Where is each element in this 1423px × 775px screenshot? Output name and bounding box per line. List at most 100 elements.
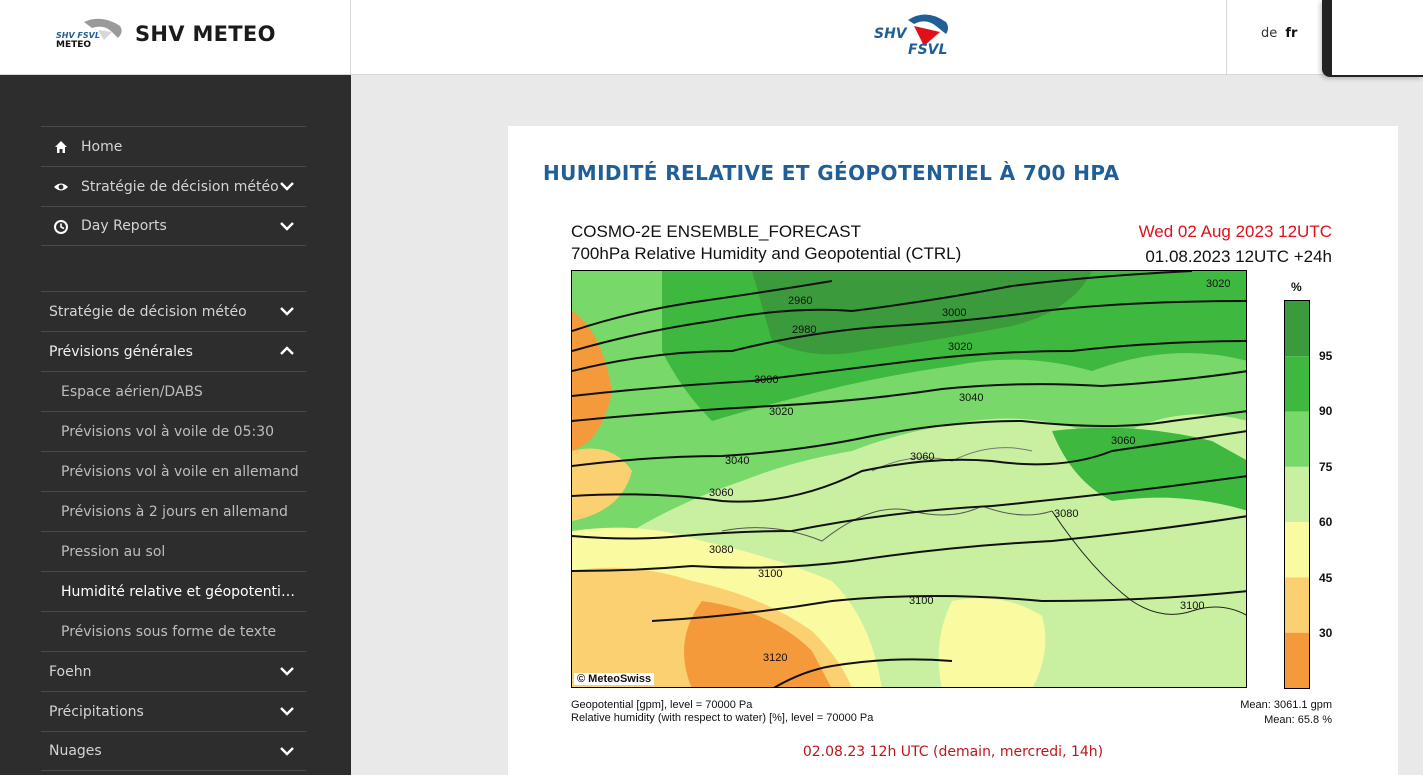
legend-band xyxy=(1285,301,1309,357)
sidebar-subitem-pression-sol[interactable]: Pression au sol xyxy=(41,531,306,571)
contour-label: 3000 xyxy=(942,307,966,319)
main-content: HUMIDITÉ RELATIVE ET GÉOPOTENTIEL À 700 … xyxy=(508,126,1398,775)
chart-footer-humidity: Relative humidity (with respect to water… xyxy=(571,712,874,724)
brand-area[interactable]: SHV FSVL METEO SHV METEO xyxy=(0,0,351,75)
chevron-up-icon[interactable] xyxy=(280,346,294,356)
chevron-down-icon[interactable] xyxy=(280,706,294,716)
eye-icon xyxy=(54,183,68,191)
sidebar-subitem-humidite-geopotentiel[interactable]: Humidité relative et géopotentiel à 700 … xyxy=(41,571,306,611)
sidebar-item-foehn[interactable]: Foehn xyxy=(41,651,306,691)
forecast-caption: 02.08.23 12h UTC (demain, mercredi, 14h) xyxy=(802,744,1104,760)
legend-band xyxy=(1285,411,1309,467)
language-links: de fr xyxy=(1261,26,1297,41)
legend-level-label: 75 xyxy=(1319,459,1333,474)
sidebar-item-nuages[interactable]: Nuages xyxy=(41,731,306,771)
chevron-down-icon[interactable] xyxy=(280,221,294,231)
contour-label: 3100 xyxy=(909,595,933,607)
sidebar-item-precipitations[interactable]: Précipitations xyxy=(41,691,306,731)
sidebar-item-label: Prévisions sous forme de texte xyxy=(61,623,277,640)
sidebar-subitem-espace-aerien[interactable]: Espace aérien/DABS xyxy=(41,371,306,411)
sidebar-item-label: Prévisions générales xyxy=(49,343,193,360)
chevron-down-icon[interactable] xyxy=(280,666,294,676)
chart-footer-mean-gpm: Mean: 3061.1 gpm xyxy=(1240,699,1332,711)
legend-level-label: 60 xyxy=(1319,515,1333,530)
contour-label: 3020 xyxy=(1206,278,1230,290)
sidebar-subitem-previsions-texte[interactable]: Prévisions sous forme de texte xyxy=(41,611,306,651)
sidebar-item-strategie[interactable]: Stratégie de décision météo xyxy=(41,291,306,331)
forecast-map-svg: 2960 2980 3000 3000 3020 3020 3020 3040 3040 3060… xyxy=(572,271,1246,687)
brand-logo-text-top: SHV FSVL xyxy=(56,31,100,40)
contour-label: 3040 xyxy=(959,392,983,404)
lang-de-link[interactable]: de xyxy=(1261,26,1277,41)
shv-fsvl-logo[interactable]: SHV FSVL xyxy=(870,10,960,60)
legend-band xyxy=(1285,577,1309,633)
contour-label: 3060 xyxy=(709,487,733,499)
sidebar-subitem-vol-voile-0530[interactable]: Prévisions vol à voile de 05:30 xyxy=(41,411,306,451)
shv-meteo-logo[interactable]: SHV FSVL METEO xyxy=(54,16,126,50)
sidebar-item-label: Day Reports xyxy=(81,218,167,234)
lang-fr-link[interactable]: fr xyxy=(1285,26,1297,41)
center-logo-text-bottom: FSVL xyxy=(908,42,947,58)
brand-logo-text-bottom: METEO xyxy=(56,40,91,50)
sidebar-item-label: Stratégie de décision météo xyxy=(81,178,279,195)
chart-footer-mean-rh: Mean: 65.8 % xyxy=(1264,714,1332,726)
sidebar-item-label: Pression au sol xyxy=(61,543,166,560)
brand-name[interactable]: SHV METEO xyxy=(135,22,276,46)
legend-band xyxy=(1285,632,1309,688)
sidebar-item-day-reports[interactable]: Day Reports xyxy=(41,206,306,246)
legend-unit: % xyxy=(1291,280,1302,294)
sidebar-item-label: Prévisions vol à voile en allemand xyxy=(61,463,299,480)
contour-label: 3060 xyxy=(1111,435,1135,447)
clock-icon xyxy=(54,220,68,234)
legend-level-label: 95 xyxy=(1319,348,1333,363)
contour-label: 3040 xyxy=(725,455,749,467)
chart-footer-geopotential: Geopotential [gpm], level = 70000 Pa xyxy=(571,699,753,711)
chart-title-line2: 700hPa Relative Humidity and Geopotentia… xyxy=(571,244,962,263)
sidebar-item-label: Prévisions vol à voile de 05:30 xyxy=(61,423,275,440)
sidebar-item-label: Stratégie de décision météo xyxy=(49,303,247,320)
page-title: HUMIDITÉ RELATIVE ET GÉOPOTENTIEL À 700 … xyxy=(543,161,1120,185)
chart-valid-time: Wed 02 Aug 2023 12UTC xyxy=(1138,222,1332,241)
forecast-chart: COSMO-2E ENSEMBLE_FORECAST 700hPa Relati… xyxy=(563,216,1353,736)
legend-band xyxy=(1285,466,1309,523)
legend-level-label: 30 xyxy=(1319,626,1333,641)
contour-label: 3020 xyxy=(948,341,972,353)
sidebar-top-nav: Home Stratégie de décision météo Day Rep… xyxy=(41,126,306,246)
chevron-down-icon[interactable] xyxy=(280,306,294,316)
legend-level-label: 90 xyxy=(1319,404,1333,419)
sidebar-main-nav: Stratégie de décision météo Prévisions g… xyxy=(41,291,306,771)
sidebar-item-label: Home xyxy=(81,138,123,155)
sidebar-item-strategie-top[interactable]: Stratégie de décision météo xyxy=(41,166,306,206)
contour-label: 3100 xyxy=(758,568,782,580)
contour-label: 3100 xyxy=(1180,600,1204,612)
contour-label: 3000 xyxy=(754,374,778,386)
contour-label: 3060 xyxy=(910,451,934,463)
chart-run-time: 01.08.2023 12UTC +24h xyxy=(1145,247,1332,266)
contour-label: 3080 xyxy=(709,544,733,556)
humidity-legend xyxy=(1284,300,1310,689)
meteoswiss-copyright: © MeteoSwiss xyxy=(574,673,655,685)
home-icon xyxy=(55,141,67,153)
sidebar-item-label: Précipitations xyxy=(49,703,144,720)
sidebar-item-label: Foehn xyxy=(49,663,92,680)
sidebar-item-home[interactable]: Home xyxy=(41,126,306,166)
sidebar: Home Stratégie de décision météo Day Rep… xyxy=(0,75,351,775)
sidebar-item-label: Espace aérien/DABS xyxy=(61,383,203,400)
center-logo-text-top: SHV xyxy=(874,26,908,42)
contour-label: 3020 xyxy=(769,406,793,418)
contour-label: 3080 xyxy=(1054,508,1078,520)
legend-level-label: 45 xyxy=(1319,570,1333,585)
chevron-down-icon[interactable] xyxy=(280,746,294,756)
forecast-map: 2960 2980 3000 3000 3020 3020 3020 3040 3040 3060… xyxy=(571,270,1247,688)
sidebar-subitem-vol-voile-allemand[interactable]: Prévisions vol à voile en allemand xyxy=(41,451,306,491)
chevron-down-icon[interactable] xyxy=(280,181,294,191)
sidebar-item-label: Prévisions à 2 jours en allemand xyxy=(61,503,288,520)
sidebar-item-label: Humidité relative et géopotentiel à 700 … xyxy=(61,583,301,600)
menu-panel-tab[interactable] xyxy=(1322,0,1423,77)
contour-label: 2960 xyxy=(788,295,812,307)
sidebar-subitem-2-jours-allemand[interactable]: Prévisions à 2 jours en allemand xyxy=(41,491,306,531)
sidebar-item-previsions-generales[interactable]: Prévisions générales xyxy=(41,331,306,371)
top-header: SHV FSVL METEO SHV METEO SHV FSVL de fr xyxy=(0,0,1423,77)
chart-title-line1: COSMO-2E ENSEMBLE_FORECAST xyxy=(571,222,862,241)
contour-label: 2980 xyxy=(792,324,816,336)
